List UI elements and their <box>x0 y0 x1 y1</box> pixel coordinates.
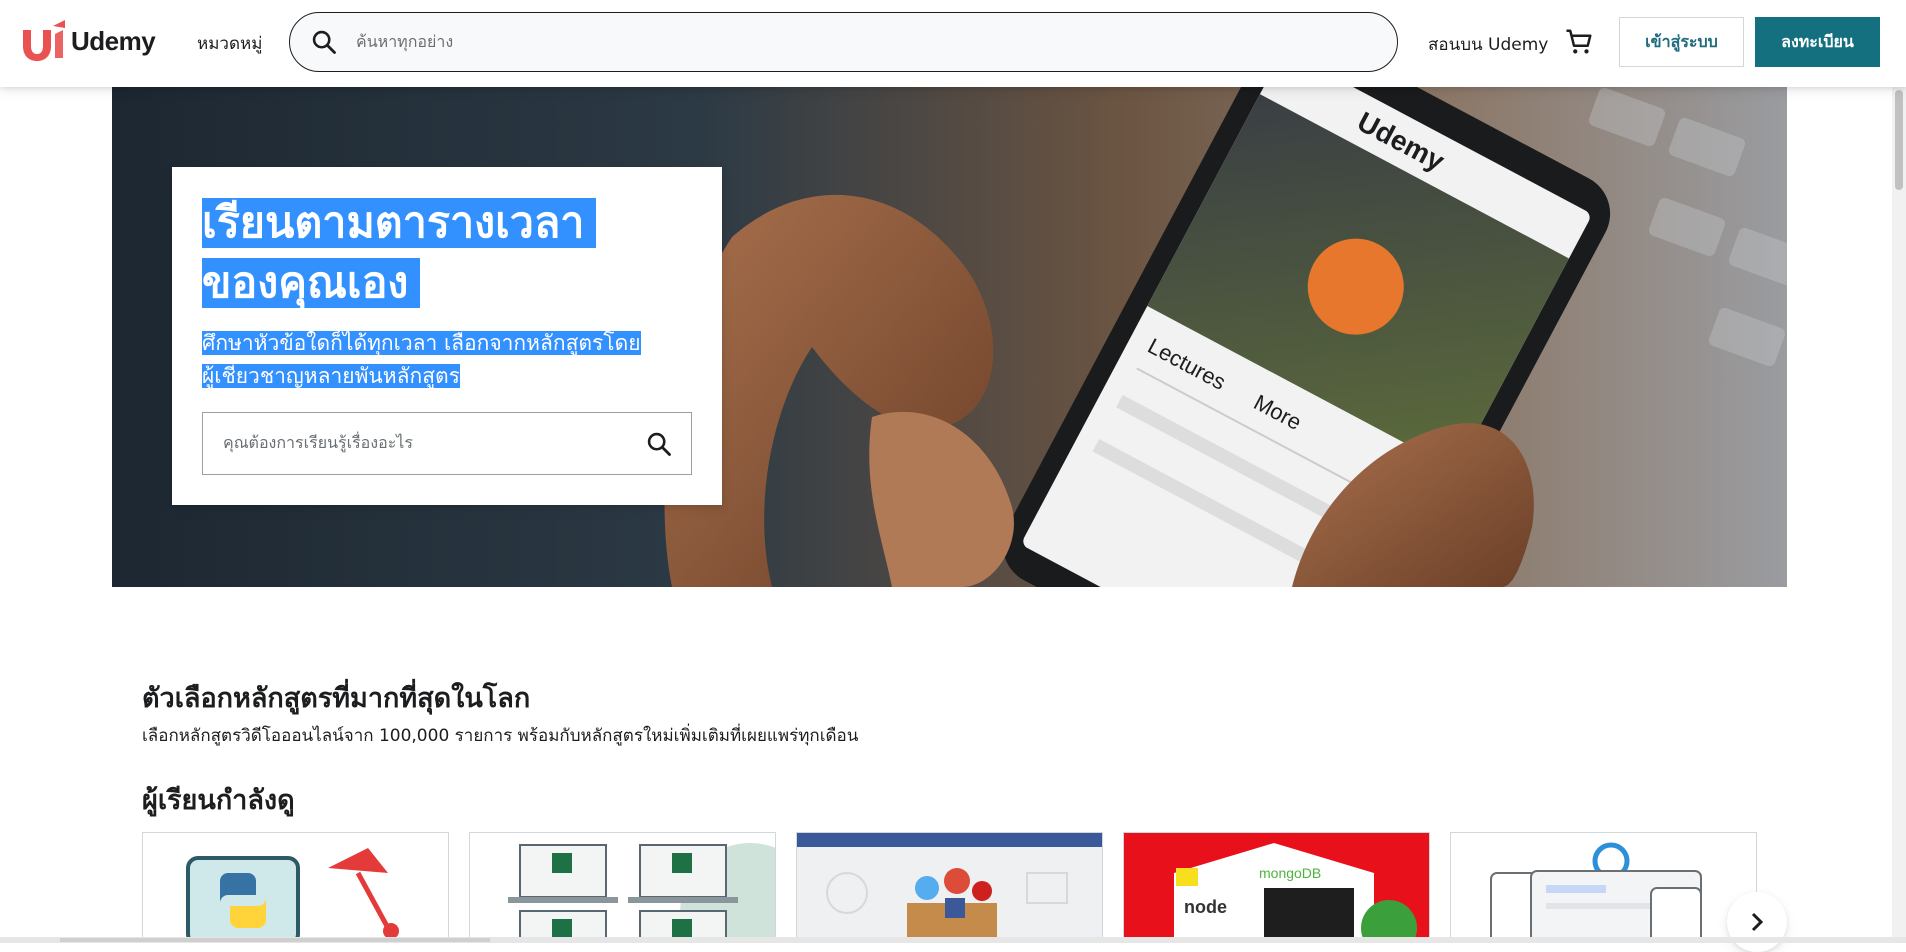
hero-subtitle-line2: ผู้เชี่ยวชาญหลายพันหลักสูตร <box>202 364 460 388</box>
hero-title: เรียนตามตารางเวลา ของคุณเอง <box>202 193 662 313</box>
udemy-logo-icon <box>23 20 65 61</box>
udemy-logo[interactable]: Udemy <box>19 20 156 62</box>
cart-icon[interactable] <box>1564 27 1594 57</box>
categories-menu[interactable]: หมวดหมู่ <box>197 30 262 57</box>
logo-text: Udemy <box>71 25 156 56</box>
login-button[interactable]: เข้าสู่ระบบ <box>1619 17 1744 67</box>
social-media-course-card[interactable] <box>796 832 1103 943</box>
header-search-input[interactable]: ค้นหาทุกอย่าง <box>356 30 453 55</box>
social-media-course-thumbnail <box>797 833 1102 942</box>
svg-text:mongoDB: mongoDB <box>1259 865 1321 881</box>
vertical-scrollbar-thumb[interactable] <box>1895 90 1903 190</box>
hero-subtitle: ศึกษาหัวข้อใดก็ได้ทุกเวลา เลือกจากหลักสู… <box>202 327 692 393</box>
section-description: เลือกหลักสูตรวิดีโอออนไลน์จาก 100,000 รา… <box>142 726 859 746</box>
chevron-right-icon <box>1751 912 1764 932</box>
ui-design-course-card[interactable] <box>1450 832 1757 943</box>
search-icon[interactable] <box>645 430 673 458</box>
teach-on-udemy-link[interactable]: สอนบน Udemy <box>1428 31 1548 58</box>
section-title: ตัวเลือกหลักสูตรที่มากที่สุดในโลก <box>142 683 531 714</box>
hero-title-line2: ของคุณเอง <box>202 258 421 308</box>
web-dev-course-thumbnail: mongoDB node <box>1124 833 1429 942</box>
signup-button[interactable]: ลงทะเบียน <box>1755 17 1880 67</box>
python-course-card[interactable] <box>142 832 449 943</box>
hero-subtitle-line1: ศึกษาหัวข้อใดก็ได้ทุกเวลา เลือกจากหลักสู… <box>202 331 641 355</box>
python-course-thumbnail <box>143 833 448 942</box>
top-header: Udemy หมวดหมู่ ค้นหาทุกอย่าง สอนบน Udemy… <box>0 0 1906 87</box>
hero-search-input[interactable]: คุณต้องการเรียนรู้เรื่องอะไร <box>223 431 413 456</box>
hero-title-line1: เรียนตามตารางเวลา <box>202 198 597 248</box>
ui-design-course-thumbnail <box>1451 833 1756 942</box>
students-viewing-title: ผู้เรียนกำลังดู <box>142 785 295 816</box>
excel-course-thumbnail <box>470 833 775 942</box>
carousel-next-button[interactable] <box>1727 892 1787 952</box>
horizontal-scrollbar-thumb[interactable] <box>60 938 490 942</box>
hero-search-box[interactable]: คุณต้องการเรียนรู้เรื่องอะไร <box>202 412 692 475</box>
svg-text:node: node <box>1184 897 1227 917</box>
hero-card: เรียนตามตารางเวลา ของคุณเอง ศึกษาหัวข้อใ… <box>172 167 722 505</box>
hero-banner: Udemy Lectures More เรียนตามตารางเวลา ขอ… <box>112 87 1787 587</box>
vertical-scrollbar[interactable] <box>1892 87 1906 943</box>
course-carousel: mongoDB node <box>142 832 1758 943</box>
search-icon[interactable] <box>310 28 338 56</box>
header-search-bar[interactable]: ค้นหาทุกอย่าง <box>289 12 1398 72</box>
excel-course-card[interactable] <box>469 832 776 943</box>
web-dev-course-card[interactable]: mongoDB node <box>1123 832 1430 943</box>
